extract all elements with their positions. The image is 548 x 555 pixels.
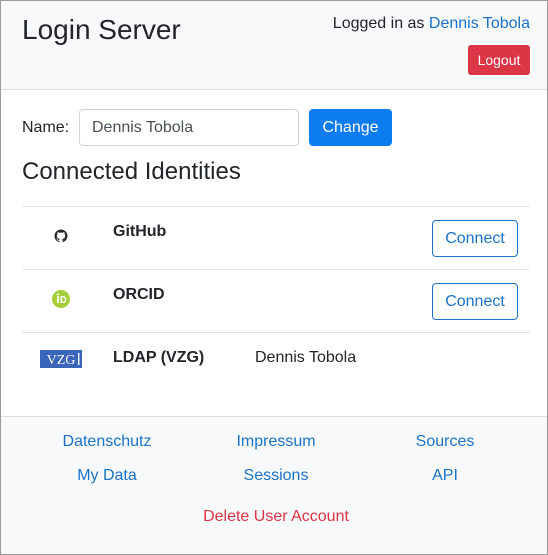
user-profile-link[interactable]: Dennis Tobola (429, 15, 530, 32)
github-icon (48, 223, 74, 249)
name-label: Name: (22, 119, 70, 136)
vzg-logo-text: VZG (47, 353, 76, 368)
footer-link-my-data[interactable]: My Data (17, 467, 197, 485)
app-window: Login Server Logged in as Dennis Tobola … (0, 0, 548, 555)
identities-table: GitHub Connect ORCID Connect VZG LDAP (V… (22, 206, 530, 395)
name-form: Name: Change (22, 109, 532, 146)
identity-name: ORCID (113, 286, 165, 303)
identity-row-github: GitHub Connect (22, 206, 530, 269)
connect-github-button[interactable]: Connect (432, 220, 518, 257)
logged-in-status: Logged in as Dennis Tobola (333, 15, 530, 33)
logout-button[interactable]: Logout (468, 45, 530, 75)
footer-link-sessions[interactable]: Sessions (186, 467, 366, 485)
identity-row-orcid: ORCID Connect (22, 269, 530, 332)
identity-name: GitHub (113, 223, 167, 240)
connected-identities-title: Connected Identities (22, 158, 241, 185)
connect-orcid-button[interactable]: Connect (432, 283, 518, 320)
logged-in-prefix: Logged in as (332, 15, 425, 32)
footer-link-datenschutz[interactable]: Datenschutz (17, 433, 197, 451)
vzg-logo: VZG (40, 350, 82, 368)
change-name-button[interactable]: Change (309, 109, 392, 146)
identity-row-ldap: VZG LDAP (VZG) Dennis Tobola (22, 332, 530, 395)
app-title: Login Server (22, 14, 181, 45)
footer: Datenschutz Impressum Sources My Data Se… (1, 416, 547, 554)
orcid-icon (48, 286, 74, 312)
identity-name: LDAP (VZG) (113, 349, 205, 366)
footer-link-sources[interactable]: Sources (355, 433, 535, 451)
delete-account-link[interactable]: Delete User Account (166, 508, 386, 526)
header-bar: Login Server Logged in as Dennis Tobola … (1, 1, 547, 90)
footer-link-api[interactable]: API (355, 467, 535, 485)
identity-value: Dennis Tobola (255, 349, 357, 366)
footer-link-impressum[interactable]: Impressum (186, 433, 366, 451)
name-input[interactable] (79, 109, 299, 146)
